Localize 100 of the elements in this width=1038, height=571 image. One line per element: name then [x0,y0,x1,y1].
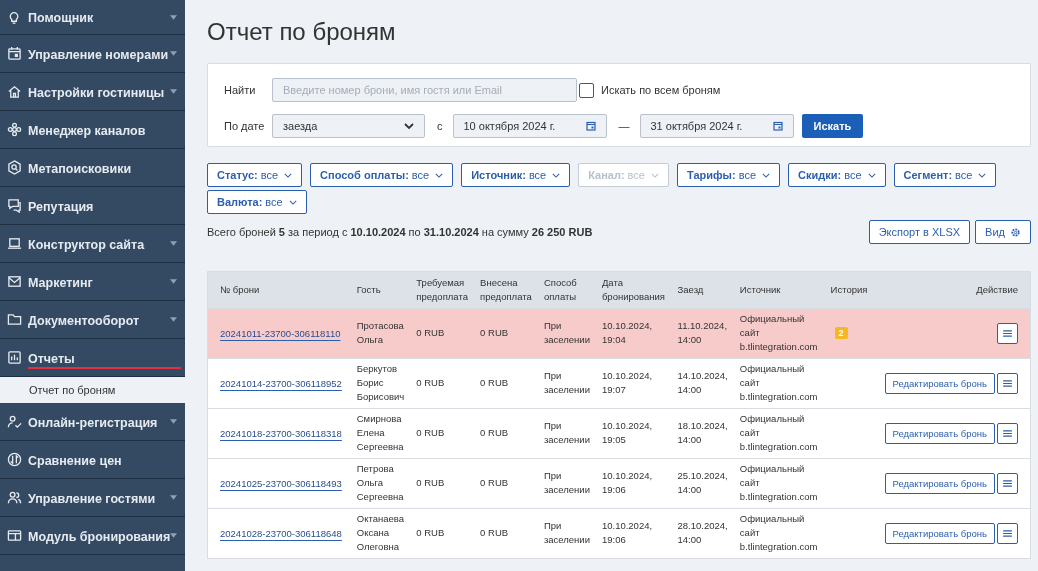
search-field[interactable]: Введите номер брони, имя гостя или Email [272,78,577,102]
checkbox[interactable] [579,82,594,98]
filter-dropdown[interactable]: Сегмент: все [893,163,997,187]
checkin-cell: 18.10.2024, 14:00 [677,419,728,447]
filter-dropdown[interactable]: Тарифы: все [676,163,781,187]
calendar-icon [585,121,596,131]
caret-icon [170,89,177,94]
paid-cell: 0 RUB [480,426,509,440]
edit-booking-button[interactable]: Редактировать бронь [884,372,995,394]
caret-icon [170,495,177,500]
caret-icon [170,419,177,424]
sidebar-item[interactable]: Маркетинг [0,263,185,301]
prepayment-cell: 0 RUB [416,476,445,490]
payment-cell: При заселении [543,469,590,497]
column-header: Заезд [677,282,704,297]
source-cell: Официальный сайт b.tlintegration.com [739,462,818,504]
menu-button[interactable] [997,422,1018,444]
chevron-down-icon [284,172,293,178]
booking-link[interactable]: 20241014-23700-306118952 [220,377,342,389]
booking-link[interactable]: 20241011-23700-306118110 [220,327,341,339]
calendar-icon [772,121,783,131]
caret-icon [170,51,177,56]
laptop-icon [7,236,22,251]
chevron-down-icon [867,172,876,178]
date-label: По дате [224,120,266,132]
paid-cell: 0 RUB [480,476,509,490]
menu-icon [1003,429,1012,437]
menu-icon [1003,529,1012,537]
history-count-badge: 2 [834,327,848,340]
sidebar-item[interactable]: Документооборот [0,301,185,339]
range-dash: — [618,120,630,132]
filter-dropdown[interactable]: Статус: все [207,163,303,187]
menu-button[interactable] [997,472,1018,494]
chevron-down-icon [288,199,297,205]
gear-icon [1010,226,1021,238]
payment-cell: При заселении [543,369,590,397]
sidebar-label: Документооборот [28,312,140,330]
table-row[interactable]: 20241028-23700-306118648 Октанаева Оксана Олеговна 0 RUB 0 RUB При заселении 10.10.2024, 19:06 28.10.2024, 14:00 Официальный сайт b.tlintegration.com Редактировать бронь [207,508,1031,559]
sidebar-item[interactable]: Сравнение цен [0,441,185,479]
source-cell: Официальный сайт b.tlintegration.com [739,362,818,404]
date-cell: 10.10.2024, 19:04 [601,319,653,347]
caret-icon [170,14,177,20]
edit-booking-button[interactable]: Редактировать бронь [884,522,995,544]
sidebar-label: Конструктор сайта [28,236,145,254]
menu-button[interactable] [997,522,1018,544]
sidebar-item[interactable]: Управление гостями [0,479,185,517]
filter-dropdown[interactable]: Источник: все [461,163,571,187]
sidebar-item[interactable]: Управление номерами [0,35,185,73]
sidebar-item[interactable]: Модуль бронирования [0,517,185,555]
menu-icon [1003,379,1012,387]
sidebar-item[interactable]: Метапоисковики [0,149,185,187]
edit-booking-button[interactable]: Редактировать бронь [884,422,995,444]
menu-button[interactable] [997,322,1018,344]
table-row[interactable]: 20241014-23700-306118952 Беркутов Борис Борисович 0 RUB 0 RUB При заселении 10.10.2024, 19:07 14.10.2024, 14:00 Официальный сайт b.tlintegration.com Редактировать бронь [207,358,1031,409]
users-icon [7,490,22,505]
source-cell: Официальный сайт b.tlintegration.com [739,412,818,454]
sidebar-item[interactable]: Репутация [0,187,185,225]
filter-dropdown[interactable]: Валюта: все [207,190,307,214]
sidebar-label: Модуль бронирования [28,528,171,546]
booking-link[interactable]: 20241025-23700-306118493 [220,477,342,489]
booking-link[interactable]: 20241028-23700-306118648 [220,527,342,539]
view-button[interactable]: Вид [975,220,1031,244]
table-row[interactable]: 20241018-23700-306118318 Смирнова Елена Сергеевна 0 RUB 0 RUB При заселении 10.10.2024, 19:05 18.10.2024, 14:00 Официальный сайт b.tlintegration.com Редактировать бронь [207,408,1031,459]
date-type-select[interactable]: заезда [272,114,425,138]
date-cell: 10.10.2024, 19:06 [601,519,653,547]
chevron-down-icon [404,123,414,129]
sidebar-label: Сравнение цен [28,452,122,470]
user-check-icon [7,414,22,429]
sidebar-item[interactable]: Помощник [0,0,185,35]
chart-icon [7,350,22,365]
table-row[interactable]: 20241011-23700-306118110 Протасова Ольга 0 RUB 0 RUB При заселении 10.10.2024, 19:04 11.10.2024, 14:00 Официальный сайт b.tlintegration.com 2 [207,308,1031,359]
caret-icon [170,279,177,284]
menu-icon [1003,479,1012,487]
menu-button[interactable] [997,372,1018,394]
date-to-field[interactable]: 31 октября 2024 г. [639,114,794,138]
search-label: Найти [224,84,257,96]
booking-link[interactable]: 20241018-23700-306118318 [220,427,342,439]
filter-dropdown[interactable]: Способ оплаты: все [310,163,454,187]
sidebar-label: Репутация [28,198,94,216]
calendar-icon [7,46,22,61]
checkin-cell: 11.10.2024, 14:00 [677,319,728,347]
export-button[interactable]: Экспорт в XLSX [868,220,971,244]
date-from-field[interactable]: 10 октября 2024 г. [452,114,607,138]
edit-booking-button[interactable]: Редактировать бронь [884,472,995,494]
sidebar-item[interactable]: Настройки гостиницы [0,73,185,111]
table-row[interactable]: 20241025-23700-306118493 Петрова Ольга Сергеевна 0 RUB 0 RUB При заселении 10.10.2024, 19:06 25.10.2024, 14:00 Официальный сайт b.tlintegration.com Редактировать бронь [207,458,1031,509]
envelope-icon [7,274,22,289]
payment-cell: При заселении [543,419,590,447]
caret-icon [170,241,177,246]
checkin-cell: 25.10.2024, 14:00 [677,469,728,497]
sidebar-item[interactable]: Менеджер каналов [0,111,185,149]
filter-dropdown[interactable]: Скидки: все [788,163,886,187]
sidebar-item[interactable]: Онлайн-регистрация [0,403,185,441]
search-button[interactable]: Искать [801,114,864,138]
sidebar-item[interactable]: Конструктор сайта [0,225,185,263]
sidebar-label: Менеджер каналов [28,122,146,140]
source-cell: Официальный сайт b.tlintegration.com [739,312,818,354]
submenu-item[interactable]: Отчет по броням [0,377,185,403]
sidebar-label: Настройки гостиницы [28,84,165,102]
caret-icon [170,533,178,538]
